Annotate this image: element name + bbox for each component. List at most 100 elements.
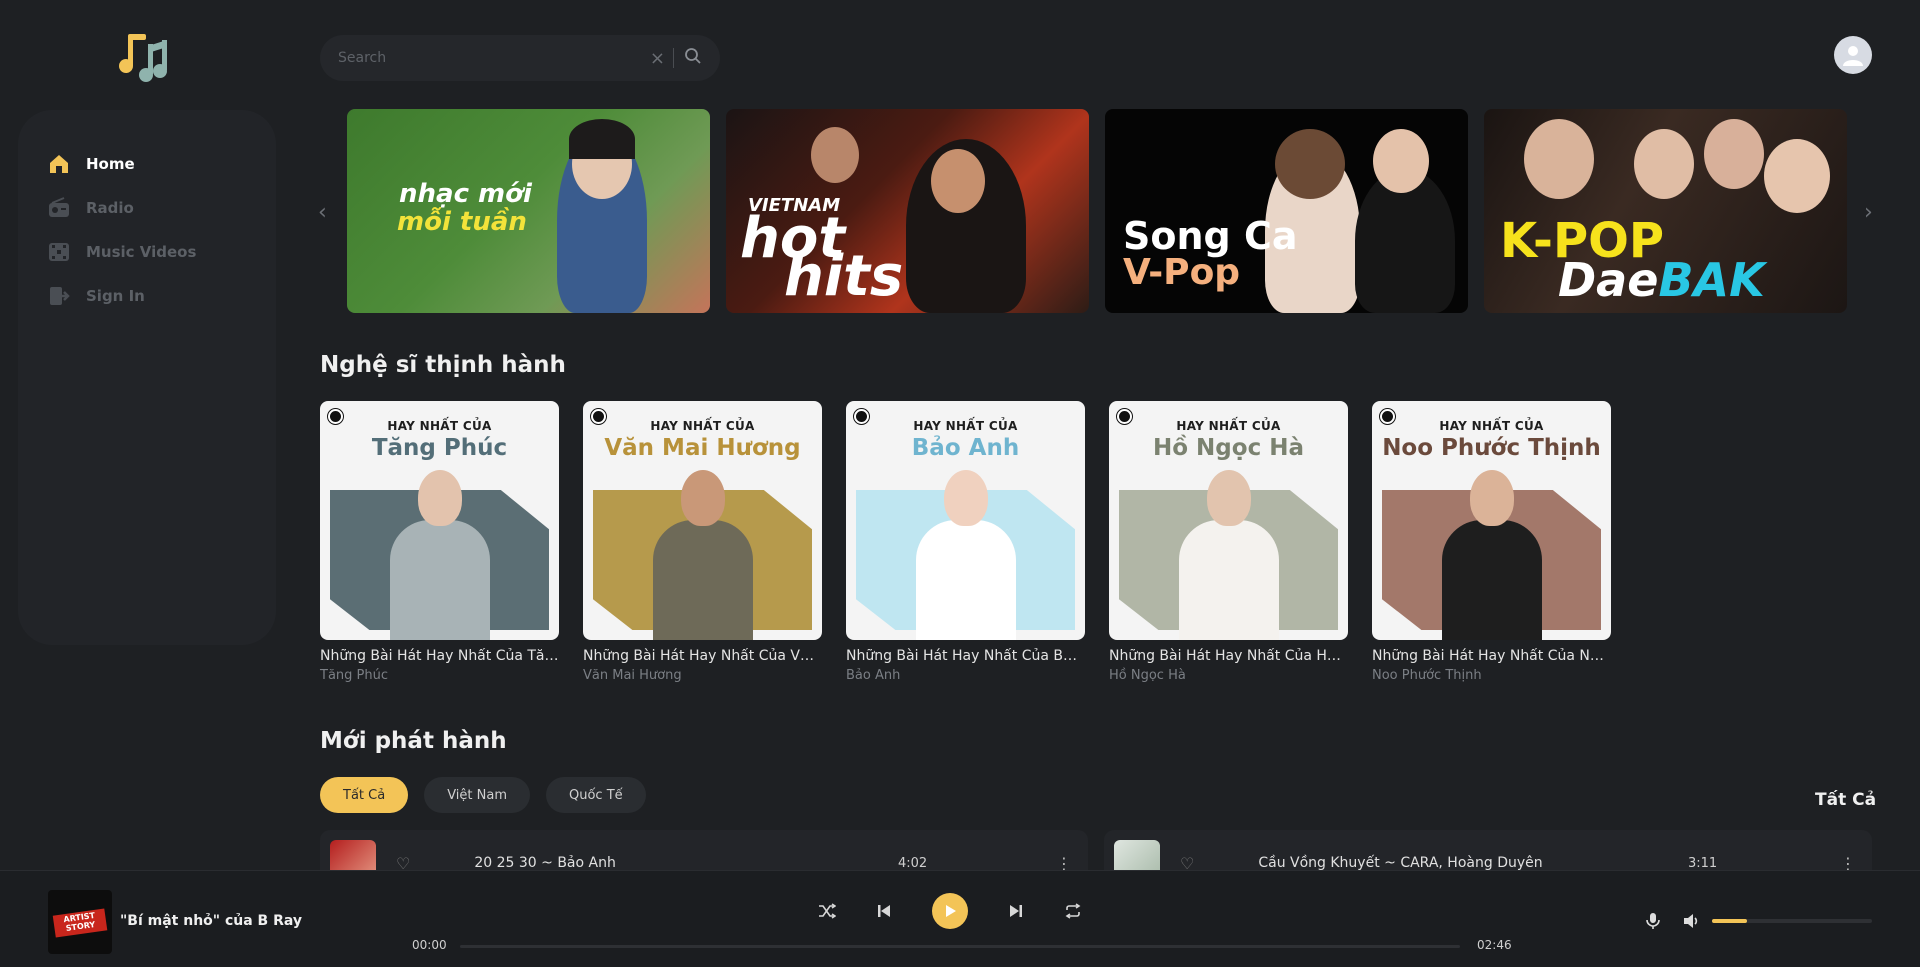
filter-chip-vietnam[interactable]: Việt Nam <box>424 777 530 813</box>
song-title: Cầu Vồng Khuyết ~ CARA, Hoàng Duyên <box>1258 855 1543 871</box>
artist-card[interactable]: HAY NHẤT CỦA Noo Phước Thịnh Những Bài H… <box>1372 401 1611 683</box>
sidebar-item-sign-in[interactable]: Sign In <box>18 274 276 318</box>
progress-bar[interactable] <box>460 945 1460 948</box>
featured-carousel: nhạc mới mỗi tuần VIETNAM hot hits Song … <box>347 109 1847 313</box>
cover-kicker: HAY NHẤT CỦA <box>1439 419 1544 433</box>
sidebar-item-radio[interactable]: Radio <box>18 186 276 230</box>
banner-title-2: Dae <box>1558 253 1659 307</box>
filter-chip-international[interactable]: Quốc Tế <box>546 777 646 813</box>
artist-card[interactable]: HAY NHẤT CỦA Tăng Phúc Những Bài Hát Hay… <box>320 401 559 683</box>
elapsed-time: 00:00 <box>412 938 447 952</box>
banner-title-1: Song Ca <box>1123 214 1298 258</box>
artist-photo <box>1442 470 1542 640</box>
artist-card[interactable]: HAY NHẤT CỦA Văn Mai Hương Những Bài Hát… <box>583 401 822 683</box>
see-all-link[interactable]: Tất Cả <box>1815 790 1876 810</box>
play-button[interactable] <box>932 893 968 929</box>
artist-photo <box>653 470 753 640</box>
volume-icon[interactable] <box>1682 912 1700 934</box>
sidebar-item-label: Home <box>86 155 135 173</box>
artist-playlist-title[interactable]: Những Bài Hát Hay Nhất Của Bảo... <box>846 648 1085 664</box>
carousel-next-icon[interactable]: › <box>1864 200 1873 225</box>
previous-icon[interactable] <box>876 903 892 919</box>
banner-title-1: nhạc mới <box>399 179 532 209</box>
search-icon[interactable] <box>684 47 702 69</box>
play-icon <box>946 905 956 917</box>
release-filters: Tất Cả Việt Nam Quốc Tế <box>320 777 646 813</box>
sidebar-item-music-videos[interactable]: Music Videos <box>18 230 276 274</box>
banner-title-3: hits <box>784 244 904 309</box>
artist-photo <box>916 470 1016 640</box>
sidebar-item-home[interactable]: Home <box>18 142 276 186</box>
sidebar-item-label: Music Videos <box>86 243 197 261</box>
cover-kicker: HAY NHẤT CỦA <box>913 419 1018 433</box>
banner-nhac-moi[interactable]: nhạc mới mỗi tuần <box>347 109 710 313</box>
artist-playlist-subtitle: Tăng Phúc <box>320 668 388 683</box>
banner-face <box>931 149 985 213</box>
volume-slider[interactable] <box>1712 919 1872 923</box>
filter-chip-all[interactable]: Tất Cả <box>320 777 409 813</box>
artist-playlist-title[interactable]: Những Bài Hát Hay Nhất Của Tăng... <box>320 648 559 664</box>
shuffle-icon[interactable] <box>818 903 836 919</box>
radio-icon <box>48 197 70 219</box>
banner-face <box>1275 129 1345 199</box>
cover-kicker: HAY NHẤT CỦA <box>1176 419 1281 433</box>
player-bar: ARTIST STORY "Bí mật nhỏ" của B Ray 00:0… <box>0 870 1920 967</box>
banner-title-2: V-Pop <box>1123 252 1241 293</box>
divider <box>673 48 674 68</box>
section-title-new-releases: Mới phát hành <box>320 728 507 754</box>
banner-face <box>1764 139 1830 213</box>
next-icon[interactable] <box>1008 903 1024 919</box>
now-playing-title: "Bí mật nhỏ" của B Ray <box>120 913 303 929</box>
song-duration: 4:02 <box>898 855 928 871</box>
volume-level <box>1712 919 1748 923</box>
thumb-logo-text: ARTIST STORY <box>52 908 108 938</box>
artist-playlist-title[interactable]: Những Bài Hát Hay Nhất Của Văn... <box>583 648 822 664</box>
cover-artist-name: Noo Phước Thịnh <box>1382 435 1601 461</box>
banner-song-ca-vpop[interactable]: Song Ca V-Pop <box>1105 109 1468 313</box>
artist-playlist-title[interactable]: Những Bài Hát Hay Nhất Của Noo... <box>1372 648 1611 664</box>
cover-artist-name: Tăng Phúc <box>371 435 508 461</box>
sidebar: Home Radio Music Videos Sign In <box>18 110 276 645</box>
song-duration: 3:11 <box>1688 855 1718 871</box>
artist-cover: HAY NHẤT CỦA Noo Phước Thịnh <box>1372 401 1611 640</box>
artist-photo <box>390 470 490 640</box>
artist-cover: HAY NHẤT CỦA Tăng Phúc <box>320 401 559 640</box>
sidebar-item-label: Radio <box>86 199 134 217</box>
artist-playlist-title[interactable]: Những Bài Hát Hay Nhất Của Hồ... <box>1109 648 1348 664</box>
carousel-prev-icon[interactable]: ‹ <box>318 200 327 225</box>
artist-list: HAY NHẤT CỦA Tăng Phúc Những Bài Hát Hay… <box>320 401 1611 683</box>
total-time: 02:46 <box>1477 938 1512 952</box>
search-input[interactable] <box>338 50 650 66</box>
artist-card[interactable]: HAY NHẤT CỦA Hồ Ngọc Hà Những Bài Hát Ha… <box>1109 401 1348 683</box>
repeat-icon[interactable] <box>1064 903 1082 919</box>
audio-controls <box>1646 912 1700 934</box>
song-title: 20 25 30 ~ Bảo Anh <box>474 855 616 871</box>
artist-playlist-subtitle: Bảo Anh <box>846 668 901 683</box>
home-icon <box>48 153 70 175</box>
banner-kpop-daebak[interactable]: K-POP DaeBAK <box>1484 109 1847 313</box>
artist-card[interactable]: HAY NHẤT CỦA Bảo Anh Những Bài Hát Hay N… <box>846 401 1085 683</box>
user-icon <box>1843 46 1863 66</box>
banner-face <box>1634 129 1694 199</box>
banner-title-3: BAK <box>1658 253 1765 307</box>
clear-icon[interactable]: × <box>650 48 665 69</box>
artist-playlist-subtitle: Văn Mai Hương <box>583 668 682 683</box>
search-bar: × <box>320 35 720 81</box>
artist-cover: HAY NHẤT CỦA Văn Mai Hương <box>583 401 822 640</box>
playback-controls <box>818 893 1082 929</box>
banner-face <box>1524 119 1594 199</box>
microphone-icon[interactable] <box>1646 912 1660 934</box>
now-playing-thumbnail: ARTIST STORY <box>48 890 112 954</box>
cover-artist-name: Hồ Ngọc Hà <box>1153 435 1304 461</box>
banner-face <box>811 127 859 183</box>
artist-cover: HAY NHẤT CỦA Bảo Anh <box>846 401 1085 640</box>
cover-kicker: HAY NHẤT CỦA <box>387 419 492 433</box>
banner-title-2: mỗi tuần <box>397 207 527 237</box>
banner-title-group: DaeBAK <box>1558 257 1765 303</box>
sign-in-icon <box>48 285 70 307</box>
film-icon <box>48 241 70 263</box>
banner-vietnam-hot-hits[interactable]: VIETNAM hot hits <box>726 109 1089 313</box>
cover-kicker: HAY NHẤT CỦA <box>650 419 755 433</box>
banner-hair <box>569 119 635 159</box>
user-avatar[interactable] <box>1834 36 1872 74</box>
